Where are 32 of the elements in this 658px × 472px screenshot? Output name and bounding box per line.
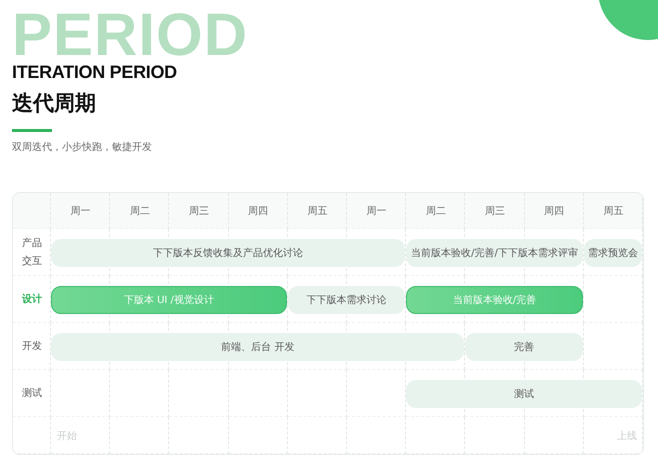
grid-cell bbox=[288, 370, 347, 417]
row-label[interactable]: 开发 bbox=[22, 338, 42, 356]
task-bar: 测试 bbox=[406, 380, 642, 408]
title-chinese: 迭代周期 bbox=[12, 90, 96, 117]
day-header: 周二 bbox=[130, 205, 150, 218]
task-bar: 当前版本验收/完善 bbox=[406, 286, 583, 314]
row-label[interactable]: 测试 bbox=[22, 384, 42, 402]
task-bar: 前端、后台 开发 bbox=[51, 332, 464, 360]
day-header: 周五 bbox=[307, 205, 328, 218]
day-header: 周一 bbox=[366, 205, 387, 218]
grid-cell bbox=[228, 370, 288, 417]
task-bar: 完善 bbox=[465, 332, 583, 360]
grid-cell bbox=[169, 370, 229, 417]
row-label[interactable]: 产品交互 bbox=[22, 234, 42, 270]
day-header: 周四 bbox=[544, 205, 564, 218]
task-bar: 下下版本需求讨论 bbox=[288, 286, 406, 314]
day-header: 周三 bbox=[484, 205, 505, 218]
day-header: 周二 bbox=[426, 205, 446, 218]
task-bar: 下下版本反馈收集及产品优化讨论 bbox=[51, 238, 406, 266]
accent-rule bbox=[12, 129, 52, 132]
subtitle: 双周迭代，小步快跑，敏捷开发 bbox=[12, 140, 152, 154]
task-bar: 当前版本验收/完善/下下版本需求评审 bbox=[406, 238, 583, 266]
title: ITERATION PERIOD bbox=[12, 62, 177, 83]
task-bar: 下版本 UI /视觉设计 bbox=[51, 286, 287, 314]
day-header: 周三 bbox=[188, 205, 209, 218]
grid-cell bbox=[110, 370, 170, 417]
day-header: 周五 bbox=[603, 205, 624, 218]
grid-cell bbox=[51, 370, 110, 417]
day-header: 周一 bbox=[70, 205, 91, 218]
day-header: 周四 bbox=[248, 205, 268, 218]
task-bar: 需求预览会 bbox=[584, 238, 642, 266]
background-word: PERIOD bbox=[12, 12, 248, 59]
